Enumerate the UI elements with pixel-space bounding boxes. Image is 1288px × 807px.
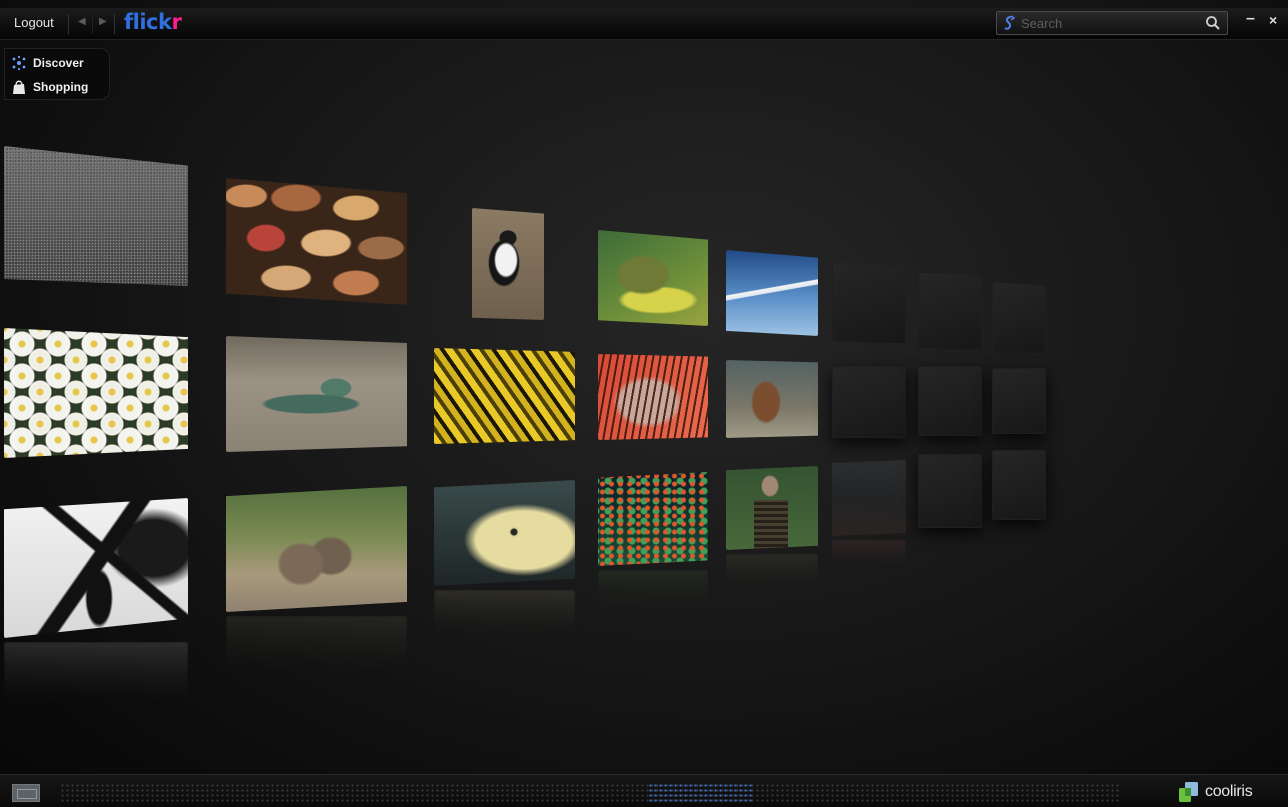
minimize-button[interactable]: – [1246, 10, 1255, 28]
man-portrait-photo[interactable] [726, 466, 818, 550]
bottom-bar: cooliris [0, 774, 1288, 807]
thumbnail-view-button[interactable] [12, 784, 40, 802]
tree-reflection [4, 642, 188, 702]
close-button[interactable]: × [1269, 12, 1277, 28]
empty-tile [992, 450, 1046, 520]
coral-reef-photo[interactable] [598, 472, 708, 566]
back-arrow-icon[interactable]: ◀ [78, 16, 86, 27]
search-input[interactable] [1021, 14, 1201, 32]
lizard-photo[interactable] [226, 336, 407, 452]
empty-tile [832, 366, 906, 438]
landscape-photo[interactable] [832, 460, 906, 536]
cooliris-app: Logout ◀ ▶ flickr – × [0, 0, 1288, 807]
fish-photo[interactable] [434, 480, 575, 586]
tree-silhouette-photo[interactable] [4, 498, 188, 638]
baboons-reflection [226, 616, 407, 674]
toolbar-divider [114, 14, 115, 34]
gravel-photo[interactable] [4, 146, 188, 286]
white-flowers-photo[interactable] [4, 328, 188, 458]
logo-text-pink: r [171, 10, 182, 34]
empty-tile [832, 262, 906, 344]
lionfish-photo[interactable] [598, 354, 708, 440]
stone-wall-photo[interactable] [226, 178, 407, 305]
man-reflection [726, 554, 818, 590]
empty-tile [918, 454, 982, 528]
wall-scrubber[interactable] [60, 783, 1120, 803]
cooliris-logo-text: cooliris [1205, 783, 1253, 800]
yellow-bamboo-photo[interactable] [434, 348, 575, 444]
search-icon[interactable] [1205, 15, 1221, 31]
cooliris-logo[interactable]: cooliris [1178, 781, 1253, 803]
airplane-photo[interactable] [726, 250, 818, 336]
search-box[interactable] [996, 11, 1228, 35]
sea-turtle-photo[interactable] [598, 230, 708, 326]
baboons-photo[interactable] [226, 486, 407, 612]
top-toolbar: Logout ◀ ▶ flickr – × [0, 8, 1288, 40]
cooliris-logo-icon [1179, 782, 1198, 802]
source-provider-icon[interactable] [1003, 15, 1015, 31]
logout-button[interactable]: Logout [14, 15, 54, 30]
toolbar-divider [92, 14, 93, 34]
empty-tile [992, 282, 1046, 354]
coral-reflection [598, 570, 708, 612]
forward-arrow-icon[interactable]: ▶ [99, 16, 107, 27]
photo-wall[interactable] [0, 40, 1288, 774]
empty-tile [918, 366, 982, 436]
scrubber-handle[interactable] [648, 783, 752, 803]
empty-tile [918, 272, 982, 350]
fish-reflection [434, 590, 575, 640]
flickr-logo[interactable]: flickr [124, 10, 182, 34]
landscape-reflection [832, 540, 906, 570]
monkey-photo[interactable] [726, 360, 818, 438]
empty-tile [992, 368, 1046, 434]
toolbar-divider [68, 14, 69, 34]
logo-text-blue: flick [124, 10, 172, 34]
penguin-photo[interactable] [472, 208, 544, 320]
